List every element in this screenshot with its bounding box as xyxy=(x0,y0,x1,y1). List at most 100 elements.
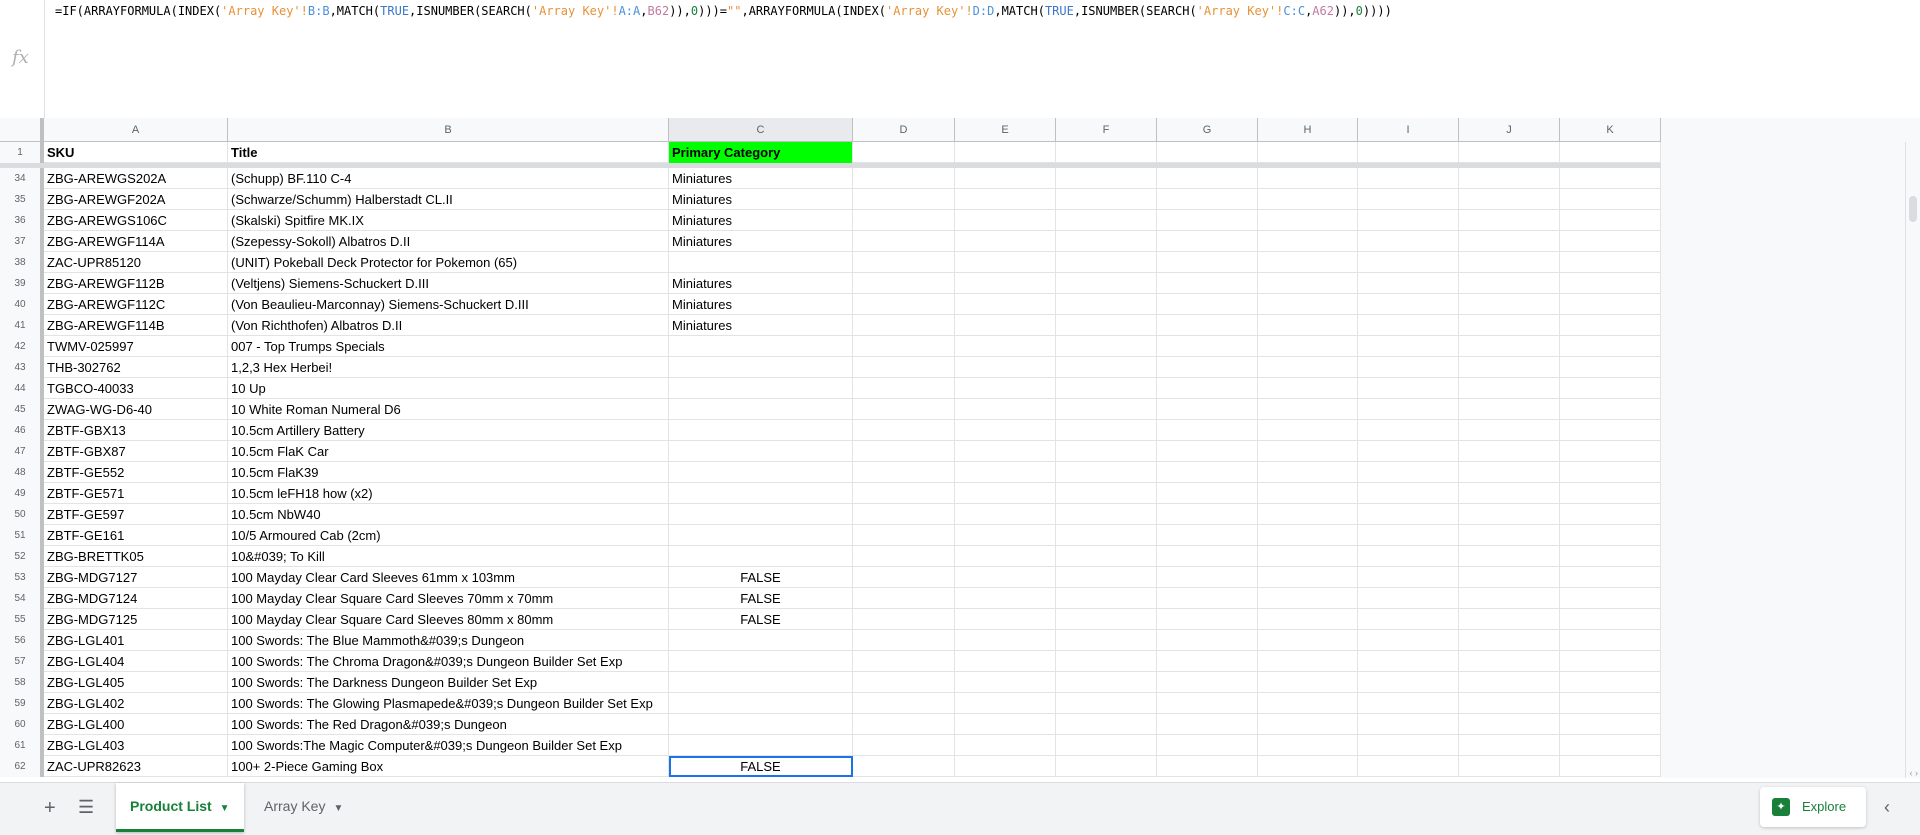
cell-b43[interactable]: 1,2,3 Hex Herbei! xyxy=(228,357,669,378)
cell-b61[interactable]: 100 Swords:The Magic Computer&#039;s Dun… xyxy=(228,735,669,756)
cell-c60[interactable] xyxy=(669,714,853,735)
column-header-a[interactable]: A xyxy=(44,118,228,142)
cell-a53[interactable]: ZBG-MDG7127 xyxy=(44,567,228,588)
row-number[interactable]: 57 xyxy=(0,651,44,672)
caret-down-icon[interactable]: ▼ xyxy=(333,803,343,814)
cell-k47[interactable] xyxy=(1560,441,1661,462)
row-number[interactable]: 53 xyxy=(0,567,44,588)
cell-i60[interactable] xyxy=(1358,714,1459,735)
cell-e47[interactable] xyxy=(955,441,1056,462)
cell-b55[interactable]: 100 Mayday Clear Square Card Sleeves 80m… xyxy=(228,609,669,630)
cell-j57[interactable] xyxy=(1459,651,1560,672)
caret-down-icon[interactable]: ▼ xyxy=(220,803,230,814)
cell-j43[interactable] xyxy=(1459,357,1560,378)
cell-e48[interactable] xyxy=(955,462,1056,483)
cell-h50[interactable] xyxy=(1258,504,1358,525)
cell-f38[interactable] xyxy=(1056,252,1157,273)
row-number[interactable]: 34 xyxy=(0,168,44,189)
cell-h40[interactable] xyxy=(1258,294,1358,315)
cell-g55[interactable] xyxy=(1157,609,1258,630)
cell-g43[interactable] xyxy=(1157,357,1258,378)
row-number[interactable]: 44 xyxy=(0,378,44,399)
cell-g53[interactable] xyxy=(1157,567,1258,588)
cell-a50[interactable]: ZBTF-GE597 xyxy=(44,504,228,525)
cell-c48[interactable] xyxy=(669,462,853,483)
tab-product-list[interactable]: Product List ▼ xyxy=(116,783,244,832)
cell-k55[interactable] xyxy=(1560,609,1661,630)
cell-b57[interactable]: 100 Swords: The Chroma Dragon&#039;s Dun… xyxy=(228,651,669,672)
cell-f43[interactable] xyxy=(1056,357,1157,378)
row-number[interactable]: 46 xyxy=(0,420,44,441)
cell-f60[interactable] xyxy=(1056,714,1157,735)
cell-g41[interactable] xyxy=(1157,315,1258,336)
cell-g57[interactable] xyxy=(1157,651,1258,672)
cell-g62[interactable] xyxy=(1157,756,1258,777)
cell-a61[interactable]: ZBG-LGL403 xyxy=(44,735,228,756)
cell-j61[interactable] xyxy=(1459,735,1560,756)
cell-e53[interactable] xyxy=(955,567,1056,588)
cell-d39[interactable] xyxy=(853,273,955,294)
cell-c50[interactable] xyxy=(669,504,853,525)
cell-e41[interactable] xyxy=(955,315,1056,336)
cell-h45[interactable] xyxy=(1258,399,1358,420)
cell-j42[interactable] xyxy=(1459,336,1560,357)
row-number[interactable]: 1 xyxy=(0,142,44,163)
cell-a52[interactable]: ZBG-BRETTK05 xyxy=(44,546,228,567)
cell-e58[interactable] xyxy=(955,672,1056,693)
cell-e54[interactable] xyxy=(955,588,1056,609)
cell-h53[interactable] xyxy=(1258,567,1358,588)
tab-array-key[interactable]: Array Key ▼ xyxy=(250,783,357,829)
cell-c35[interactable]: Miniatures xyxy=(669,189,853,210)
cell-b54[interactable]: 100 Mayday Clear Square Card Sleeves 70m… xyxy=(228,588,669,609)
cell-h39[interactable] xyxy=(1258,273,1358,294)
cell-h41[interactable] xyxy=(1258,315,1358,336)
row-number[interactable]: 41 xyxy=(0,315,44,336)
cell-b59[interactable]: 100 Swords: The Glowing Plasmapede&#039;… xyxy=(228,693,669,714)
cell-f58[interactable] xyxy=(1056,672,1157,693)
cell-b45[interactable]: 10 White Roman Numeral D6 xyxy=(228,399,669,420)
cell-h51[interactable] xyxy=(1258,525,1358,546)
cell-g59[interactable] xyxy=(1157,693,1258,714)
cell-c62[interactable]: FALSE xyxy=(669,756,853,777)
cell-g38[interactable] xyxy=(1157,252,1258,273)
row-number[interactable]: 48 xyxy=(0,462,44,483)
cell-j37[interactable] xyxy=(1459,231,1560,252)
column-header-f[interactable]: F xyxy=(1056,118,1157,142)
spreadsheet-grid[interactable]: ABCDEFGHIJK 1 SKU Title Primary Category 34 Z… xyxy=(0,118,1920,778)
cell-g61[interactable] xyxy=(1157,735,1258,756)
scroll-arrows[interactable]: ‹ › xyxy=(1910,768,1919,778)
cell-f39[interactable] xyxy=(1056,273,1157,294)
cell-e44[interactable] xyxy=(955,378,1056,399)
cell-e60[interactable] xyxy=(955,714,1056,735)
cell-a49[interactable]: ZBTF-GE571 xyxy=(44,483,228,504)
row-number[interactable]: 42 xyxy=(0,336,44,357)
cell-c42[interactable] xyxy=(669,336,853,357)
cell-k41[interactable] xyxy=(1560,315,1661,336)
cell-b38[interactable]: (UNIT) Pokeball Deck Protector for Pokem… xyxy=(228,252,669,273)
cell-h47[interactable] xyxy=(1258,441,1358,462)
cell-e37[interactable] xyxy=(955,231,1056,252)
cell-f46[interactable] xyxy=(1056,420,1157,441)
cell-j54[interactable] xyxy=(1459,588,1560,609)
cell-b41[interactable]: (Von Richthofen) Albatros D.II xyxy=(228,315,669,336)
cell-e50[interactable] xyxy=(955,504,1056,525)
cell-f40[interactable] xyxy=(1056,294,1157,315)
row-number[interactable]: 43 xyxy=(0,357,44,378)
cell-e45[interactable] xyxy=(955,399,1056,420)
cell-i49[interactable] xyxy=(1358,483,1459,504)
formula-bar[interactable]: fx =IF(ARRAYFORMULA(INDEX('Array Key'!B:… xyxy=(0,0,1920,119)
cell-d34[interactable] xyxy=(853,168,955,189)
cell-i57[interactable] xyxy=(1358,651,1459,672)
cell-i41[interactable] xyxy=(1358,315,1459,336)
cell-d48[interactable] xyxy=(853,462,955,483)
row-number[interactable]: 50 xyxy=(0,504,44,525)
cell-i59[interactable] xyxy=(1358,693,1459,714)
cell-g45[interactable] xyxy=(1157,399,1258,420)
cell-d45[interactable] xyxy=(853,399,955,420)
cell-g39[interactable] xyxy=(1157,273,1258,294)
cell-j47[interactable] xyxy=(1459,441,1560,462)
row-number[interactable]: 39 xyxy=(0,273,44,294)
cell-h56[interactable] xyxy=(1258,630,1358,651)
cell-c34[interactable]: Miniatures xyxy=(669,168,853,189)
cell-c40[interactable]: Miniatures xyxy=(669,294,853,315)
